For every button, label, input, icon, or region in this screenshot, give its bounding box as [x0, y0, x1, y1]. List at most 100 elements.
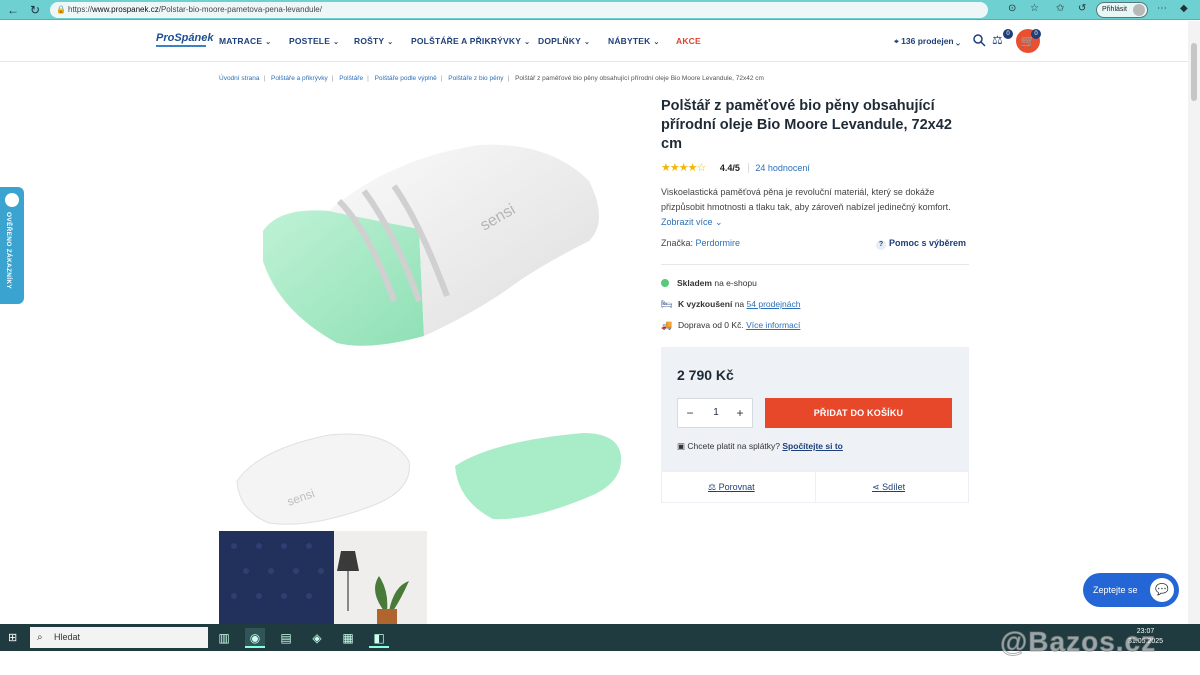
chevron-down-icon: ⌄: [955, 36, 960, 46]
watermark: @Bazos.cz: [999, 626, 1157, 658]
breadcrumb-separator: |: [263, 75, 266, 82]
menu-doplnky[interactable]: DOPLŇKY ⌄: [538, 36, 590, 46]
more-menu-icon[interactable]: ⋯: [1157, 3, 1167, 14]
delivery-info: 🚚 Doprava od 0 Kč. Více informací: [661, 320, 800, 331]
menu-label: DOPLŇKY: [538, 36, 581, 46]
menu-akce[interactable]: AKCE: [676, 36, 701, 46]
product-main-image[interactable]: sensi: [219, 111, 639, 411]
cart-count-badge: 0: [1031, 29, 1041, 39]
rating-row: ★★★★☆ 4.4/5 24 hodnocení: [661, 161, 810, 174]
history-icon[interactable]: ↺: [1078, 3, 1086, 14]
brand-link[interactable]: Perdormire: [696, 238, 741, 248]
breadcrumb-home[interactable]: Úvodní strana: [219, 75, 259, 82]
chat-label: Zeptejte se: [1093, 585, 1138, 595]
file-explorer-icon[interactable]: ▤: [276, 628, 296, 648]
search-icon: ⌕: [37, 632, 43, 643]
verified-customers-tab[interactable]: OVĚŘENO ZÁKAZNÍKY: [0, 187, 24, 304]
menu-label: POLŠTÁŘE A PŘIKRÝVKY: [411, 36, 522, 46]
stores-count-link[interactable]: 54 prodejnách: [747, 299, 801, 309]
description-text: Viskoelastická paměťová pěna je revolučn…: [661, 187, 951, 212]
add-to-cart-button[interactable]: PŘIDAT DO KOŠÍKU: [765, 398, 952, 428]
chevron-down-icon: ⌄: [265, 39, 272, 46]
divider: [815, 472, 816, 502]
menu-postele[interactable]: POSTELE ⌄: [289, 36, 339, 46]
login-label: Přihlásit: [1102, 6, 1127, 13]
product-thumbnail-cover[interactable]: sensi: [219, 411, 427, 531]
product-thumbnail-bedroom[interactable]: [219, 531, 427, 624]
menu-label: ROŠTY: [354, 36, 385, 46]
plus-icon[interactable]: +: [734, 406, 746, 420]
menu-rosty[interactable]: ROŠTY ⌄: [354, 36, 393, 46]
scrollbar-thumb[interactable]: [1191, 43, 1197, 101]
url-domain: www.prospanek.cz: [92, 5, 159, 14]
in-stock-dot-icon: [661, 279, 669, 287]
favorites-list-icon[interactable]: ✩: [1056, 3, 1064, 14]
divider: [661, 264, 969, 265]
show-more-label: Zobrazit více: [661, 217, 713, 227]
product-actions: ⚖ Porovnat ⋖ Sdílet: [661, 471, 969, 503]
lock-icon: 🔒: [56, 5, 66, 14]
location-pin-icon: ⌖: [894, 36, 899, 46]
chat-bubble-icon: 💬: [1150, 578, 1174, 602]
delivery-more-link[interactable]: Více informací: [746, 320, 800, 330]
app-icon[interactable]: ◈: [307, 628, 327, 648]
menu-polstare[interactable]: POLŠTÁŘE A PŘIKRÝVKY ⌄: [411, 36, 530, 46]
compare-button[interactable]: ⚖ Porovnat: [708, 472, 755, 502]
breadcrumb-polstare[interactable]: Polštáře: [339, 75, 363, 82]
reviews-link[interactable]: 24 hodnocení: [748, 163, 810, 173]
help-choosing-link[interactable]: ? Pomoc s výběrem: [876, 238, 966, 250]
breadcrumb-podle-vyplne[interactable]: Polštáře podle výplně: [375, 75, 437, 82]
windows-start-icon[interactable]: ⊞: [8, 631, 17, 644]
show-more-link[interactable]: Zobrazit více ⌄: [661, 217, 723, 227]
try-in-store: 🛏 K vyzkoušení na 54 prodejnách: [661, 299, 800, 310]
taskbar-search[interactable]: ⌕ Hledat: [30, 627, 208, 648]
chevron-down-icon: ⌄: [524, 39, 531, 46]
chevron-down-icon: ⌄: [333, 39, 340, 46]
verified-label: OVĚŘENO ZÁKAZNÍKY: [5, 212, 12, 289]
chat-button[interactable]: Zeptejte se 💬: [1083, 573, 1179, 607]
product-thumbnail-foam[interactable]: [433, 411, 641, 531]
menu-matrace[interactable]: MATRACE ⌄: [219, 36, 271, 46]
refresh-icon[interactable]: ↻: [28, 3, 42, 17]
profile-button[interactable]: Přihlásit: [1096, 2, 1148, 18]
stores-link[interactable]: ⌖ 136 prodejen ⌄: [894, 36, 960, 47]
delivery-text: Doprava od 0 Kč.: [678, 320, 744, 330]
try-label: K vyzkoušení: [678, 299, 733, 309]
notes-app-icon[interactable]: ◧: [369, 628, 389, 648]
reader-icon[interactable]: ⊙: [1008, 3, 1016, 14]
compare-count-badge: 0: [1003, 29, 1013, 39]
calculator-icon[interactable]: ▦: [338, 628, 358, 648]
scrollbar[interactable]: [1188, 21, 1200, 624]
try-mid: na: [734, 299, 745, 309]
site-header: ProSpánek MATRACE ⌄ POSTELE ⌄ ROŠTY ⌄ POLŠT…: [0, 21, 1188, 62]
breadcrumb-polstare-prikryvky[interactable]: Polštáře a přikrývky: [271, 75, 328, 82]
search-icon[interactable]: [972, 33, 986, 47]
product-price: 2 790 Kč: [677, 367, 734, 383]
buy-box: 2 790 Kč − 1 + PŘIDAT DO KOŠÍKU ▣ Chcete…: [661, 347, 969, 471]
menu-nabytek[interactable]: NÁBYTEK ⌄: [608, 36, 660, 46]
url-path: /Polstar-bio-moore-pametova-pena-levandu…: [158, 5, 322, 14]
truck-icon: 🚚: [661, 320, 673, 330]
task-view-icon[interactable]: ▥: [214, 628, 234, 648]
brand-row: Značka: Perdormire: [661, 238, 740, 248]
breadcrumb-separator: |: [440, 75, 443, 82]
breadcrumb: Úvodní strana | Polštáře a přikrývky | Pol…: [219, 75, 764, 82]
site-logo[interactable]: ProSpánek: [156, 32, 213, 47]
bed-icon: 🛏: [661, 299, 673, 309]
edge-browser-icon[interactable]: ◉: [245, 628, 265, 648]
browser-toolbar: ← ↻ 🔒 https://www.prospanek.cz/Polstar-b…: [0, 0, 1200, 20]
copilot-icon[interactable]: ◆: [1180, 3, 1188, 14]
installment-link[interactable]: Spočítejte si to: [782, 441, 842, 451]
address-bar[interactable]: 🔒 https://www.prospanek.cz/Polstar-bio-m…: [50, 2, 988, 18]
chevron-down-icon: ⌄: [715, 217, 723, 227]
quantity-stepper: − 1 +: [677, 398, 753, 428]
compare-label: Porovnat: [718, 482, 755, 492]
menu-label: MATRACE: [219, 36, 263, 46]
back-icon[interactable]: ←: [6, 3, 20, 17]
favorite-icon[interactable]: ☆: [1030, 3, 1039, 14]
share-button[interactable]: ⋖ Sdílet: [872, 472, 905, 502]
breadcrumb-bio-pena[interactable]: Polštáře z bio pěny: [448, 75, 503, 82]
rating-score: 4.4/5: [719, 163, 740, 173]
logo-underline: [156, 45, 206, 47]
stores-label: 136 prodejen: [901, 36, 954, 46]
